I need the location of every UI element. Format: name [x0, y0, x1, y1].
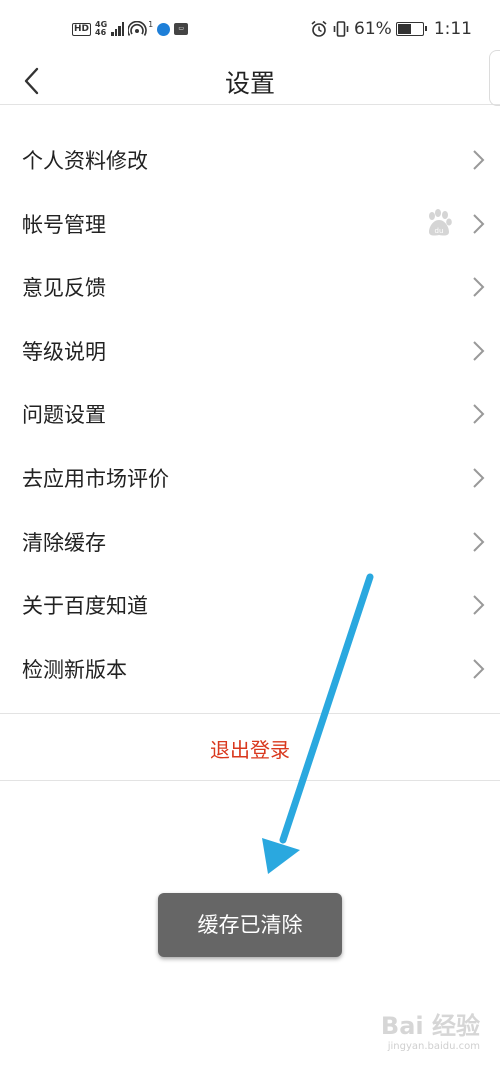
svg-text:du: du [435, 227, 444, 235]
app-icon: ▭ [174, 23, 189, 35]
menu-item-label: 清除缓存 [22, 530, 106, 555]
hotspot-icon [128, 21, 147, 36]
chevron-right-icon [473, 531, 485, 552]
menu-item-clear-cache[interactable]: 清除缓存 [0, 510, 500, 574]
menu-item-feedback[interactable]: 意见反馈 [0, 255, 500, 319]
menu-item-check-update[interactable]: 检测新版本 [0, 637, 500, 701]
watermark-main: Bai 经验 [380, 1012, 480, 1040]
chevron-right-icon [473, 404, 485, 425]
status-right-icons: 61% 1:11 [310, 18, 472, 40]
battery-icon [395, 22, 427, 36]
alarm-icon [311, 20, 327, 37]
menu-item-rate-app[interactable]: 去应用市场评价 [0, 446, 500, 510]
chevron-right-icon [473, 341, 485, 361]
menu-item-label: 去应用市场评价 [22, 466, 169, 491]
menu-item-profile-edit[interactable]: 个人资料修改 [0, 128, 500, 192]
logout-button[interactable]: 退出登录 [0, 734, 500, 763]
menu-item-account-management[interactable]: 帐号管理 du [0, 192, 500, 256]
menu-item-label: 等级说明 [22, 339, 106, 364]
chevron-right-icon [473, 213, 485, 234]
vibrate-icon [333, 21, 349, 37]
toast-message: 缓存已清除 [158, 893, 342, 957]
hotspot-count: 1 [148, 19, 154, 29]
menu-item-label: 个人资料修改 [22, 149, 148, 173]
battery-percent: 61% [354, 19, 392, 39]
chevron-right-icon [473, 277, 485, 297]
page-title: 设置 [224, 69, 275, 98]
divider [0, 780, 500, 781]
watermark-sub: jingyan.baidu.com [387, 1041, 480, 1052]
status-bar: HD 4G 46 1 ▭ 61% 1:11 [0, 0, 500, 58]
menu-item-label: 问题设置 [22, 403, 106, 428]
menu-item-level-info[interactable]: 等级说明 [0, 319, 500, 383]
nav-bar: 设置 [0, 58, 500, 105]
network-type-bottom: 46 [95, 28, 107, 37]
divider [0, 713, 500, 714]
network-type-icon: 4G 46 [95, 21, 107, 37]
menu-item-question-settings[interactable]: 问题设置 [0, 382, 500, 446]
settings-menu: 个人资料修改 帐号管理 du 意见反馈 等级说明 问题设置 去应用市场评价 清除… [0, 128, 500, 700]
chevron-right-icon [473, 659, 485, 679]
chevron-right-icon [473, 150, 485, 170]
edge-handle[interactable] [489, 50, 500, 106]
watermark-logo: Bai 经验 jingyan.baidu.com [381, 1006, 480, 1052]
clock: 1:11 [433, 19, 472, 39]
menu-item-about[interactable]: 关于百度知道 [0, 573, 500, 637]
menu-item-label: 帐号管理 [22, 212, 106, 237]
chevron-right-icon [473, 468, 485, 488]
menu-item-label: 关于百度知道 [22, 594, 148, 619]
signal-icon [111, 22, 125, 36]
browser-icon [157, 22, 171, 36]
menu-item-label: 检测新版本 [22, 657, 127, 682]
baidu-paw-icon: du [429, 208, 452, 236]
chevron-right-icon [473, 595, 485, 615]
status-left-icons: HD 4G 46 1 ▭ [72, 18, 189, 40]
menu-item-label: 意见反馈 [22, 276, 106, 301]
hd-icon: HD [72, 22, 92, 36]
